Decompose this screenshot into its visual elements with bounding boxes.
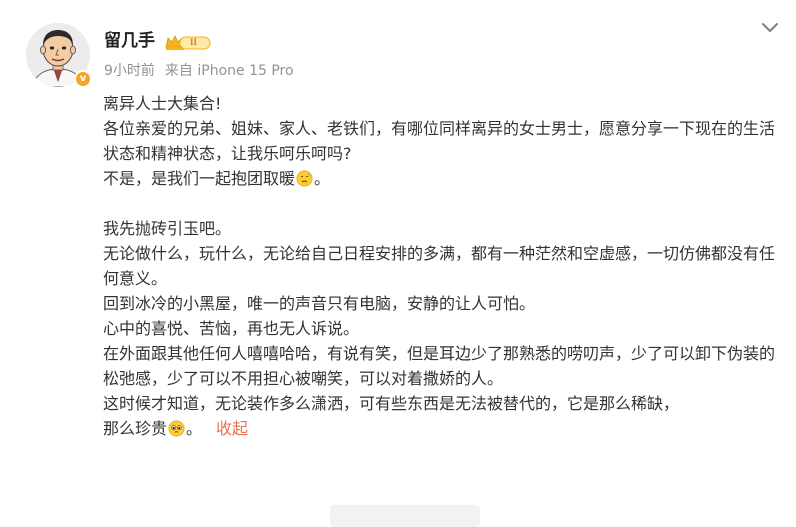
post-body: 离异人士大集合! 各位亲爱的兄弟、姐妹、家人、老铁们，有哪位同样离异的女士男士，… (103, 91, 783, 441)
collapse-link[interactable]: 收起 (216, 419, 248, 438)
author-name[interactable]: 留几手 (104, 31, 155, 51)
post-paragraph: 回到冰冷的小黑屋，唯一的声音只有电脑，安静的让人可怕。 (103, 294, 536, 313)
pleading-emoji-icon (168, 420, 185, 437)
post-paragraph: 不是，是我们一起抱团取暖 。 (103, 166, 783, 191)
post-paragraph: 离异人士大集合! (103, 94, 222, 113)
post-paragraph-text: 这时候才知道，无论装作多么潇洒，可有些东西是无法被替代的，它是那么稀缺， (103, 394, 680, 413)
weibo-post-card: v 留几手 II 9小时前 来自 iPhone 15 Pro 离异人士大集合! 各… (0, 0, 796, 527)
sad-sweat-emoji-icon (296, 170, 313, 187)
post-paragraph-end: 。 (186, 419, 203, 438)
post-paragraph: 无论做什么，玩什么，无论给自己日程安排的多满，都有一种茫然和空虚感，一切仿佛都没… (103, 244, 776, 288)
post-paragraph-text: 不是，是我们一起抱团取暖 (103, 169, 296, 188)
post-meta: 9小时前 来自 iPhone 15 Pro (104, 62, 294, 80)
level-badge-label: II (190, 37, 198, 47)
post-source: 来自 iPhone 15 Pro (164, 63, 294, 79)
post-paragraph-end: 。 (314, 169, 331, 188)
post-paragraph: 我先抛砖引玉吧。 (103, 219, 232, 238)
chevron-down-icon[interactable] (760, 20, 780, 36)
post-paragraph: 这时候才知道，无论装作多么潇洒，可有些东西是无法被替代的，它是那么稀缺， 那么珍贵… (103, 391, 783, 441)
post-paragraph-text: 那么珍贵 (103, 419, 168, 438)
user-level-badge[interactable]: II (164, 32, 212, 52)
post-paragraph: 在外面跟其他任何人嘻嘻哈哈，有说有笑，但是耳边少了那熟悉的唠叨声，少了可以卸下伪… (103, 344, 776, 388)
post-paragraph: 各位亲爱的兄弟、姐妹、家人、老铁们，有哪位同样离异的女士男士，愿意分享一下现在的… (103, 119, 776, 163)
crown-level-icon (165, 35, 211, 50)
scroll-indicator (330, 505, 480, 527)
verified-badge-icon: v (74, 70, 92, 88)
post-paragraph: 心中的喜悦、苦恼，再也无人诉说。 (103, 319, 360, 338)
post-time[interactable]: 9小时前 (104, 63, 155, 79)
